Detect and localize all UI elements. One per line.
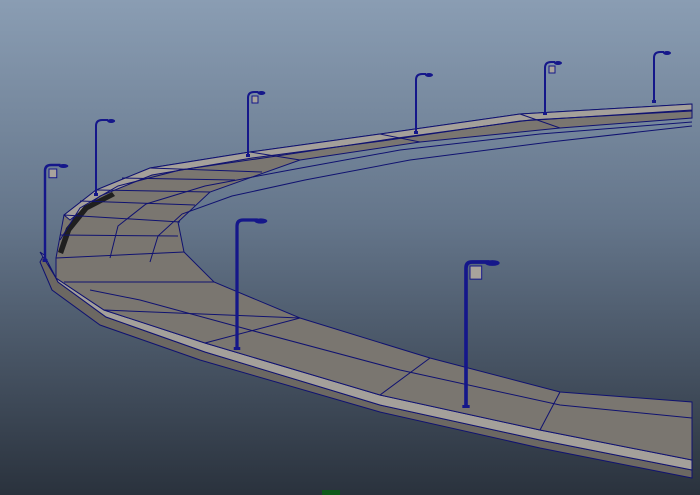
lamp-head — [107, 119, 116, 123]
lamp-banner-sign — [469, 265, 483, 280]
lamp-base — [462, 405, 470, 408]
viewport-origin-marker — [322, 490, 340, 495]
lamp-banner-sign — [548, 65, 556, 74]
lamp-banner-sign — [48, 168, 58, 179]
lamp-base — [543, 112, 547, 115]
lamp-base — [233, 347, 241, 350]
lamp-head — [425, 73, 433, 77]
lamp-head — [663, 51, 671, 55]
viewport-canvas[interactable] — [0, 0, 700, 495]
lamp-base — [94, 193, 98, 196]
lamp-head — [257, 91, 266, 95]
lamp-banner-sign — [251, 95, 259, 104]
lamp-head — [485, 260, 500, 266]
3d-viewport[interactable] — [0, 0, 700, 495]
lamp-head — [554, 61, 562, 65]
lamp-base — [42, 259, 48, 262]
lamp-base — [246, 154, 250, 157]
lamp-head — [58, 164, 69, 168]
lamp-base — [652, 100, 656, 103]
lamp-base — [414, 131, 418, 134]
lamp-head — [254, 218, 268, 224]
